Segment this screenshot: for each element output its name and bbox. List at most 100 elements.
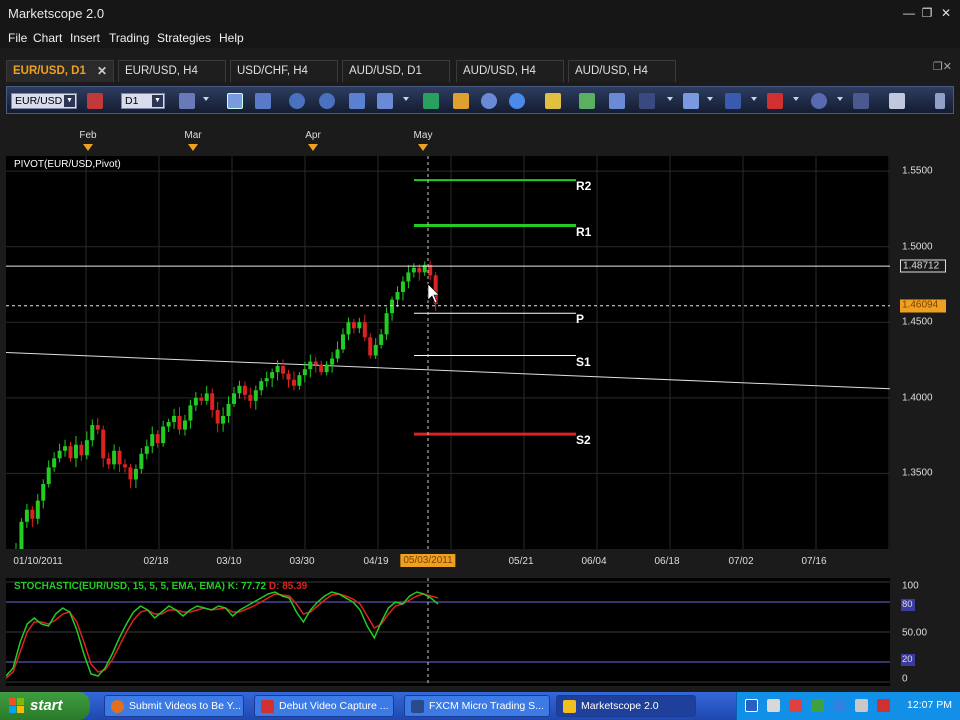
float-window-icon[interactable]: ❐✕	[933, 60, 952, 73]
restore-icon[interactable]: ❐	[920, 6, 934, 20]
menu-insert[interactable]: Insert	[70, 31, 100, 45]
minimize-icon[interactable]: —	[902, 6, 916, 20]
candle-body	[177, 415, 182, 430]
indicator-label: PIVOT(EUR/USD,Pivot)	[14, 159, 121, 170]
menu-strategies[interactable]: Strategies	[157, 31, 211, 45]
candle-body	[259, 381, 264, 391]
candle-body	[270, 372, 275, 379]
stochastic-plot[interactable]	[6, 578, 890, 686]
price-tick: 1.5500	[902, 165, 933, 177]
pivot-label-s1: S1	[576, 354, 591, 369]
candle-body	[106, 458, 111, 465]
stochastic-panel[interactable]: STOCHASTIC(EUR/USD, 15, 5, 5, EMA, EMA) …	[6, 578, 890, 686]
zoom-icon[interactable]	[377, 93, 393, 109]
record-icon[interactable]	[877, 699, 890, 712]
tab-eurusd-d1[interactable]: EUR/USD, D1 ✕	[6, 60, 114, 82]
users-icon[interactable]	[319, 93, 335, 109]
clock: 12:07 PM	[907, 699, 952, 711]
tab-label: USD/CHF, H4	[237, 65, 308, 77]
candle-body	[335, 349, 340, 359]
color-pen-icon[interactable]	[767, 93, 783, 109]
candle-body	[275, 366, 280, 373]
candle-body	[161, 426, 166, 444]
tab-audusd-h4[interactable]: AUD/USD, H4	[456, 60, 564, 82]
candle-body	[291, 379, 296, 386]
chevron-down-icon[interactable]	[707, 97, 713, 101]
price-chart[interactable]: PIVOT(EUR/USD,Pivot) R2 R1 P S1 S2	[6, 156, 890, 549]
menu-chart[interactable]: Chart	[33, 31, 62, 45]
ellipse-tool-icon[interactable]	[811, 93, 827, 109]
app-tray-icon[interactable]	[811, 699, 824, 712]
window-title: Marketscope 2.0	[8, 6, 105, 21]
tab-audusd-d1[interactable]: AUD/USD, D1	[342, 60, 450, 82]
price-chart-plot[interactable]	[6, 156, 890, 549]
eraser-icon[interactable]	[889, 93, 905, 109]
drawing-icon[interactable]	[683, 93, 699, 109]
stochastic-k-line	[6, 591, 439, 677]
taskbar-item-fxcm[interactable]: FXCM Micro Trading S...	[404, 695, 550, 717]
brush-icon[interactable]	[725, 93, 741, 109]
candle-body	[324, 364, 329, 373]
chevron-down-icon[interactable]	[403, 97, 409, 101]
chevron-down-icon[interactable]	[667, 97, 673, 101]
table-icon[interactable]	[609, 93, 625, 109]
menu-file[interactable]: File	[8, 31, 27, 45]
ruler-icon[interactable]	[545, 93, 561, 109]
text-tool-icon[interactable]	[853, 93, 869, 109]
crosshair-icon[interactable]	[423, 93, 439, 109]
candle-body	[362, 322, 367, 338]
volume-icon[interactable]	[833, 699, 846, 712]
candle-body	[406, 272, 411, 282]
chevron-down-icon[interactable]	[751, 97, 757, 101]
close-icon[interactable]: ✕	[939, 6, 953, 20]
menu-help[interactable]: Help	[219, 31, 244, 45]
taskbar-item-browser[interactable]: Submit Videos to Be Y...	[104, 695, 244, 717]
price-tick: 1.4000	[902, 392, 933, 404]
users-icon[interactable]	[289, 93, 305, 109]
symbol-value: EUR/USD	[15, 95, 63, 107]
tab-usdchf-h4[interactable]: USD/CHF, H4	[230, 60, 338, 82]
candle-body	[73, 444, 78, 459]
date-label: 04/19	[363, 556, 389, 567]
candle-body	[390, 299, 395, 314]
candle-body	[19, 521, 24, 549]
marketscope-window: Marketscope 2.0 — ❐ ✕ File Chart Insert …	[0, 0, 960, 720]
symbol-select[interactable]: EUR/USD ▼	[11, 93, 77, 109]
menu-bar: File Chart Insert Trading Strategies Hel…	[0, 28, 960, 48]
stochastic-k: K: 77.72	[227, 581, 267, 592]
window-icon[interactable]	[255, 93, 271, 109]
chevron-down-icon[interactable]	[793, 97, 799, 101]
candle-body	[395, 292, 400, 300]
line-tool-icon[interactable]	[639, 93, 655, 109]
tab-audusd-h4-2[interactable]: AUD/USD, H4	[568, 60, 676, 82]
chart-type-icon[interactable]	[179, 93, 195, 109]
candle-body	[379, 334, 384, 345]
pivot-label-p: P	[576, 312, 585, 327]
tab-eurusd-h4[interactable]: EUR/USD, H4	[118, 60, 226, 82]
network-icon[interactable]	[767, 699, 780, 712]
period-select[interactable]: D1 ▼	[121, 93, 165, 109]
help-icon[interactable]	[745, 699, 758, 712]
taskbar-item-debut[interactable]: Debut Video Capture ...	[254, 695, 394, 717]
date-label: 07/16	[801, 556, 827, 567]
stochastic-name: STOCHASTIC(EUR/USD, 15, 5, 5, EMA, EMA)	[14, 581, 225, 592]
security-icon[interactable]	[789, 699, 802, 712]
chevron-down-icon[interactable]	[837, 97, 843, 101]
chevron-down-icon[interactable]	[203, 97, 209, 101]
taskbar-item-marketscope[interactable]: Marketscope 2.0	[556, 695, 696, 717]
cursor-icon[interactable]	[349, 93, 365, 109]
candles-icon[interactable]	[227, 93, 243, 109]
month-marker-icon	[188, 144, 198, 151]
display-icon[interactable]	[855, 699, 868, 712]
start-button[interactable]: start	[0, 692, 90, 720]
remove-icon[interactable]	[87, 93, 103, 109]
close-icon[interactable]: ✕	[97, 64, 107, 78]
candle-body	[417, 267, 422, 273]
candle-body	[330, 358, 335, 365]
more-icon[interactable]	[935, 93, 945, 109]
globe-icon[interactable]	[509, 93, 525, 109]
image-icon[interactable]	[579, 93, 595, 109]
refresh-icon[interactable]	[481, 93, 497, 109]
menu-trading[interactable]: Trading	[109, 31, 149, 45]
pencil-icon[interactable]	[453, 93, 469, 109]
